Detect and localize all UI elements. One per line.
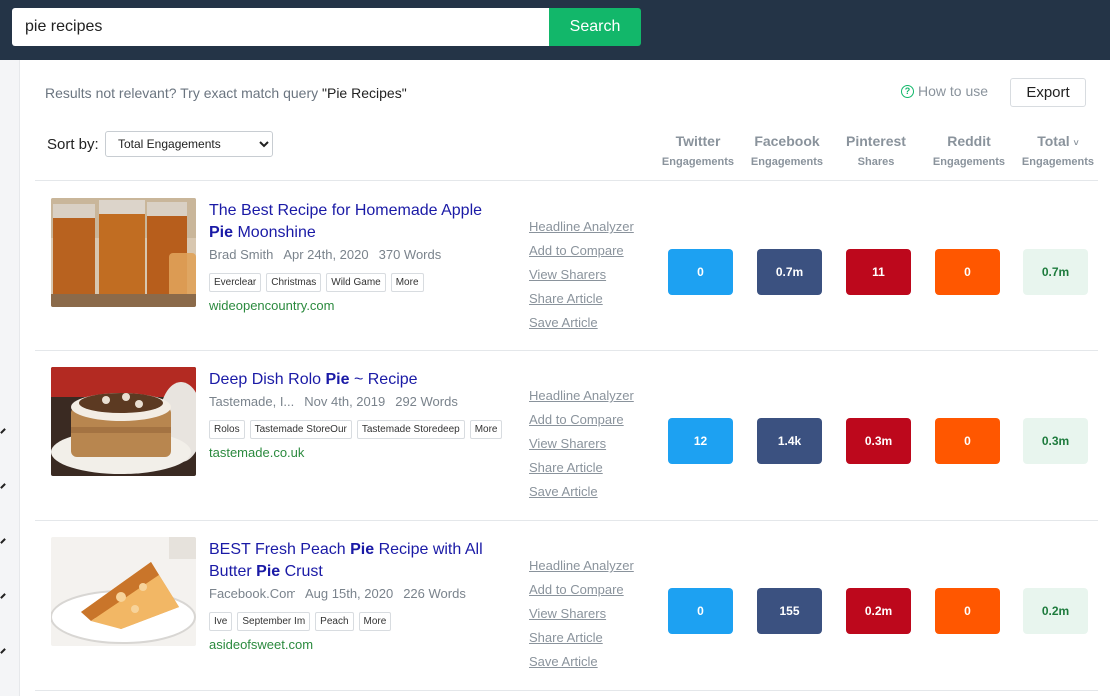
divider: [35, 690, 1098, 691]
column-header-facebook: Facebook Engagements: [750, 133, 824, 168]
author-link[interactable]: Tastemade, I...: [209, 394, 294, 409]
publish-date: Nov 4th, 2019: [304, 394, 386, 409]
save-article-link[interactable]: Save Article: [529, 650, 634, 674]
article-actions: Headline Analyzer Add to Compare View Sh…: [529, 215, 634, 335]
article-meta: Brad Smith Apr 24th, 2020 370 Words: [209, 247, 441, 262]
article-title-link[interactable]: BEST Fresh Peach Pie Recipe with All But…: [209, 539, 499, 583]
share-article-link[interactable]: Share Article: [529, 456, 634, 480]
word-count: 370 Words: [378, 247, 442, 262]
sort-select[interactable]: Total Engagements: [105, 131, 273, 157]
article-domain-link[interactable]: tastemade.co.uk: [209, 445, 304, 460]
article-actions: Headline Analyzer Add to Compare View Sh…: [529, 384, 634, 504]
add-to-compare-link[interactable]: Add to Compare: [529, 239, 634, 263]
tag-more[interactable]: More: [358, 612, 392, 631]
publish-date: Aug 15th, 2020: [305, 586, 394, 601]
search-input[interactable]: [12, 8, 549, 46]
article-row: BEST Fresh Peach Pie Recipe with All But…: [35, 521, 1098, 689]
pinterest-shares-badge[interactable]: 0.3m: [846, 418, 911, 464]
facebook-engagements-badge[interactable]: 155: [757, 588, 822, 634]
publish-date: Apr 24th, 2020: [283, 247, 369, 262]
sidebar-mark[interactable]: [0, 428, 6, 434]
how-to-use-label: How to use: [918, 83, 989, 99]
article-actions: Headline Analyzer Add to Compare View Sh…: [529, 554, 634, 674]
article-thumbnail[interactable]: [51, 367, 196, 476]
author-link[interactable]: Brad Smith: [209, 247, 273, 262]
tag-list: Rolos Tastemade StoreOur Tastemade Store…: [209, 420, 503, 439]
total-engagements-badge: 0.7m: [1023, 249, 1088, 295]
headline-analyzer-link[interactable]: Headline Analyzer: [529, 215, 634, 239]
twitter-engagements-badge[interactable]: 0: [668, 249, 733, 295]
tag-more[interactable]: More: [390, 273, 424, 292]
tag[interactable]: Rolos: [209, 420, 245, 439]
relevance-hint: Results not relevant? Try exact match qu…: [45, 85, 407, 101]
top-bar: Search: [0, 0, 1110, 60]
hint-text: Results not relevant? Try exact match qu…: [45, 85, 323, 101]
save-article-link[interactable]: Save Article: [529, 311, 634, 335]
chevron-down-icon: ˅: [1073, 138, 1079, 148]
article-title-link[interactable]: Deep Dish Rolo Pie ~ Recipe: [209, 369, 499, 391]
reddit-engagements-badge[interactable]: 0: [935, 588, 1000, 634]
total-engagements-badge: 0.2m: [1023, 588, 1088, 634]
article-row: Deep Dish Rolo Pie ~ Recipe Tastemade, I…: [35, 351, 1098, 519]
add-to-compare-link[interactable]: Add to Compare: [529, 578, 634, 602]
total-engagements-badge: 0.3m: [1023, 418, 1088, 464]
article-thumbnail[interactable]: [51, 198, 196, 307]
article-title-link[interactable]: The Best Recipe for Homemade Apple Pie M…: [209, 200, 499, 244]
sidebar-mark[interactable]: [0, 483, 6, 489]
help-circle-icon: ?: [901, 84, 914, 98]
tag-more[interactable]: More: [469, 420, 503, 439]
share-article-link[interactable]: Share Article: [529, 626, 634, 650]
tag[interactable]: Everclear: [209, 273, 262, 292]
tag[interactable]: Ive: [209, 612, 233, 631]
headline-analyzer-link[interactable]: Headline Analyzer: [529, 554, 634, 578]
headline-analyzer-link[interactable]: Headline Analyzer: [529, 384, 634, 408]
sidebar-mark[interactable]: [0, 593, 6, 599]
column-header-pinterest: Pinterest Shares: [846, 133, 906, 168]
tag-list: Ive September Im Peach More: [209, 612, 392, 631]
tag[interactable]: Wild Game: [326, 273, 386, 292]
share-article-link[interactable]: Share Article: [529, 287, 634, 311]
tag[interactable]: Tastemade Storedeep: [356, 420, 465, 439]
article-meta: Tastemade, I... Nov 4th, 2019 292 Words: [209, 394, 458, 409]
facebook-engagements-badge[interactable]: 0.7m: [757, 249, 822, 295]
add-to-compare-link[interactable]: Add to Compare: [529, 408, 634, 432]
search-button[interactable]: Search: [549, 8, 641, 46]
column-header-twitter: Twitter Engagements: [661, 133, 735, 168]
word-count: 292 Words: [395, 394, 458, 409]
article-thumbnail[interactable]: [51, 537, 196, 646]
sort-label: Sort by:: [47, 136, 99, 153]
tag[interactable]: September Im: [237, 612, 311, 631]
left-sidebar-strip: [0, 60, 20, 696]
pinterest-shares-badge[interactable]: 11: [846, 249, 911, 295]
column-header-reddit: Reddit Engagements: [932, 133, 1006, 168]
sidebar-mark[interactable]: [0, 648, 6, 654]
twitter-engagements-badge[interactable]: 0: [668, 588, 733, 634]
export-button[interactable]: Export: [1010, 78, 1086, 107]
view-sharers-link[interactable]: View Sharers: [529, 432, 634, 456]
tag[interactable]: Peach: [315, 612, 354, 631]
facebook-engagements-badge[interactable]: 1.4k: [757, 418, 822, 464]
twitter-engagements-badge[interactable]: 12: [668, 418, 733, 464]
exact-match-query-link[interactable]: "Pie Recipes": [322, 85, 407, 101]
article-domain-link[interactable]: wideopencountry.com: [209, 298, 335, 313]
article-meta: Facebook.Com... Aug 15th, 2020 226 Words: [209, 586, 466, 601]
article-row: The Best Recipe for Homemade Apple Pie M…: [35, 182, 1098, 350]
tag-list: Everclear Christmas Wild Game More: [209, 273, 424, 292]
column-header-total[interactable]: Total ˅ Engagements: [1013, 133, 1103, 168]
save-article-link[interactable]: Save Article: [529, 480, 634, 504]
reddit-engagements-badge[interactable]: 0: [935, 249, 1000, 295]
sidebar-mark[interactable]: [0, 538, 6, 544]
view-sharers-link[interactable]: View Sharers: [529, 263, 634, 287]
reddit-engagements-badge[interactable]: 0: [935, 418, 1000, 464]
article-domain-link[interactable]: asideofsweet.com: [209, 637, 313, 652]
word-count: 226 Words: [403, 586, 466, 601]
tag[interactable]: Tastemade StoreOur: [249, 420, 352, 439]
how-to-use-link[interactable]: ? How to use: [901, 83, 988, 99]
view-sharers-link[interactable]: View Sharers: [529, 602, 634, 626]
author-link[interactable]: Facebook.Com...: [209, 586, 295, 601]
tag[interactable]: Christmas: [266, 273, 322, 292]
divider: [35, 180, 1098, 181]
pinterest-shares-badge[interactable]: 0.2m: [846, 588, 911, 634]
